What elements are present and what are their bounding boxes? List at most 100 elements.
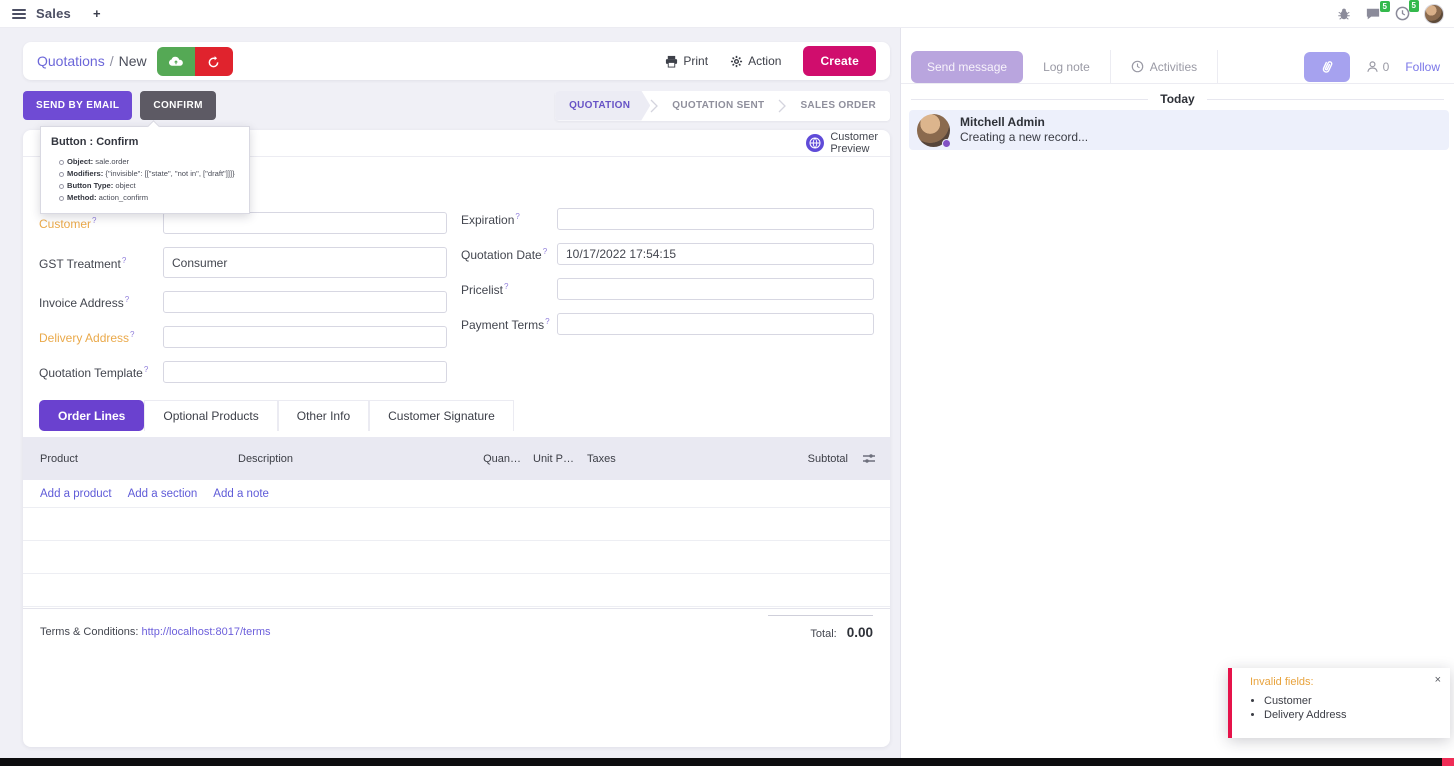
payment-terms-label: Payment Terms? [461,313,557,332]
tab-customer-signature[interactable]: Customer Signature [369,400,514,431]
chevron-right-icon [650,91,658,121]
activities-tab[interactable]: Activities [1110,50,1218,84]
help-icon: ? [543,247,547,256]
create-button[interactable]: Create [803,46,876,76]
toast-close-icon[interactable]: × [1435,674,1441,686]
toast-item-customer: Customer [1264,695,1440,707]
pricelist-input[interactable] [557,278,874,300]
expiration-input[interactable] [557,208,874,230]
cloud-upload-icon [168,55,184,67]
statusbar-step-quotation[interactable]: QUOTATION [555,91,650,121]
activities-tab-label: Activities [1150,60,1197,74]
chatter-message[interactable]: Mitchell Admin Creating a new record... [909,110,1449,150]
help-icon: ? [122,256,126,265]
send-message-button[interactable]: Send message [911,51,1023,83]
gst-treatment-input[interactable] [163,247,447,278]
date-divider: Today [901,92,1454,106]
field-grid: Customer? GST Treatment? Invoice Address… [39,212,874,396]
confirm-button[interactable]: CONFIRM [140,91,215,120]
save-record-button[interactable] [157,47,195,76]
help-icon: ? [545,317,549,326]
field-pricelist: Pricelist? [461,278,874,300]
control-panel-actions: Print Action Create [665,46,876,76]
action-menu[interactable]: Action [730,54,781,68]
log-note-tab[interactable]: Log note [1023,50,1110,84]
column-taxes[interactable]: Taxes [577,453,778,465]
tab-optional-products[interactable]: Optional Products [144,400,277,431]
follow-button[interactable]: Follow [1405,60,1440,74]
globe-icon [806,134,824,152]
tooltip-details: Object: sale.order Modifiers: {"invisibl… [51,157,239,202]
send-by-email-button[interactable]: SEND BY EMAIL [23,91,132,120]
apps-menu-icon[interactable] [12,9,26,19]
delivery-address-label: Delivery Address? [39,326,163,345]
message-author: Mitchell Admin [960,115,1088,130]
tab-order-lines[interactable]: Order Lines [39,400,144,431]
user-avatar[interactable] [1424,4,1444,24]
debug-bug-icon[interactable] [1337,7,1351,21]
empty-row [23,508,890,541]
field-quotation-template: Quotation Template? [39,361,447,383]
quotation-date-input[interactable] [557,243,874,265]
field-customer: Customer? [39,212,447,234]
tooltip-method: Method: action_confirm [59,193,239,202]
customer-preview-button[interactable]: Customer Preview [806,131,878,155]
message-body: Mitchell Admin Creating a new record... [960,115,1088,145]
quotation-date-label: Quotation Date? [461,243,557,262]
followers-counter[interactable]: 0 [1366,60,1390,74]
total-block: Total: 0.00 [768,615,873,640]
follower-person-icon [1366,60,1379,73]
statusbar: QUOTATION QUOTATION SENT SALES ORDER [555,91,890,121]
attach-files-button[interactable] [1304,52,1350,82]
app-name[interactable]: Sales [36,6,71,21]
chatter-toolbar: Send message Log note Activities 0 Follo… [901,50,1454,84]
message-author-avatar [917,114,950,147]
quotation-template-input[interactable] [163,361,447,383]
column-product[interactable]: Product [23,453,238,465]
chevron-right-icon [778,91,786,121]
invoice-address-input[interactable] [163,291,447,313]
control-panel: Quotations / New Print Action [23,42,890,80]
add-a-section-link[interactable]: Add a section [128,488,198,500]
delivery-address-input[interactable] [163,326,447,348]
tab-other-info[interactable]: Other Info [278,400,369,431]
activities-clock-icon[interactable]: 5 [1395,6,1410,21]
statusbar-step-sales-order[interactable]: SALES ORDER [786,91,890,121]
order-lines-header: Product Description Quan… Unit P… Taxes … [23,437,890,480]
undo-icon [207,55,220,68]
column-quantity[interactable]: Quan… [463,453,521,465]
confirm-button-tooltip: Button : Confirm Object: sale.order Modi… [40,126,250,214]
form-view-region: Quotations / New Print Action [0,28,900,758]
date-divider-label: Today [1160,92,1194,106]
invoice-address-label: Invoice Address? [39,291,163,310]
tooltip-object: Object: sale.order [59,157,239,166]
add-a-note-link[interactable]: Add a note [213,488,269,500]
tooltip-modifiers: Modifiers: {"invisible": [["state", "not… [59,169,239,178]
field-expiration: Expiration? [461,208,874,230]
optional-columns-icon[interactable] [848,453,890,464]
discard-changes-button[interactable] [195,47,233,76]
payment-terms-input[interactable] [557,313,874,335]
breadcrumb-divider: / [110,53,114,69]
column-unit-price[interactable]: Unit P… [521,453,577,465]
column-subtotal[interactable]: Subtotal [778,453,848,465]
add-a-product-link[interactable]: Add a product [40,488,112,500]
help-icon: ? [515,212,519,221]
help-icon: ? [144,365,148,374]
column-description[interactable]: Description [238,453,463,465]
topbar-systray: 5 5 [1337,4,1444,24]
bottom-bar-red-tip [1442,758,1454,766]
invalid-fields-toast: Invalid fields: × Customer Delivery Addr… [1228,668,1450,738]
field-column-right: Expiration? Quotation Date? Pricelist? P… [461,208,874,396]
expiration-label: Expiration? [461,208,557,227]
statusbar-step-quotation-sent[interactable]: QUOTATION SENT [658,91,778,121]
print-menu[interactable]: Print [665,54,708,68]
terms-link[interactable]: http://localhost:8017/terms [142,626,271,638]
empty-row [23,574,890,607]
breadcrumb-quotations[interactable]: Quotations [37,53,105,69]
pricelist-label: Pricelist? [461,278,557,297]
new-tab-button[interactable]: + [93,6,101,21]
activities-count-badge: 5 [1409,0,1419,12]
messages-icon[interactable]: 5 [1365,7,1381,21]
customer-input[interactable] [163,212,447,234]
